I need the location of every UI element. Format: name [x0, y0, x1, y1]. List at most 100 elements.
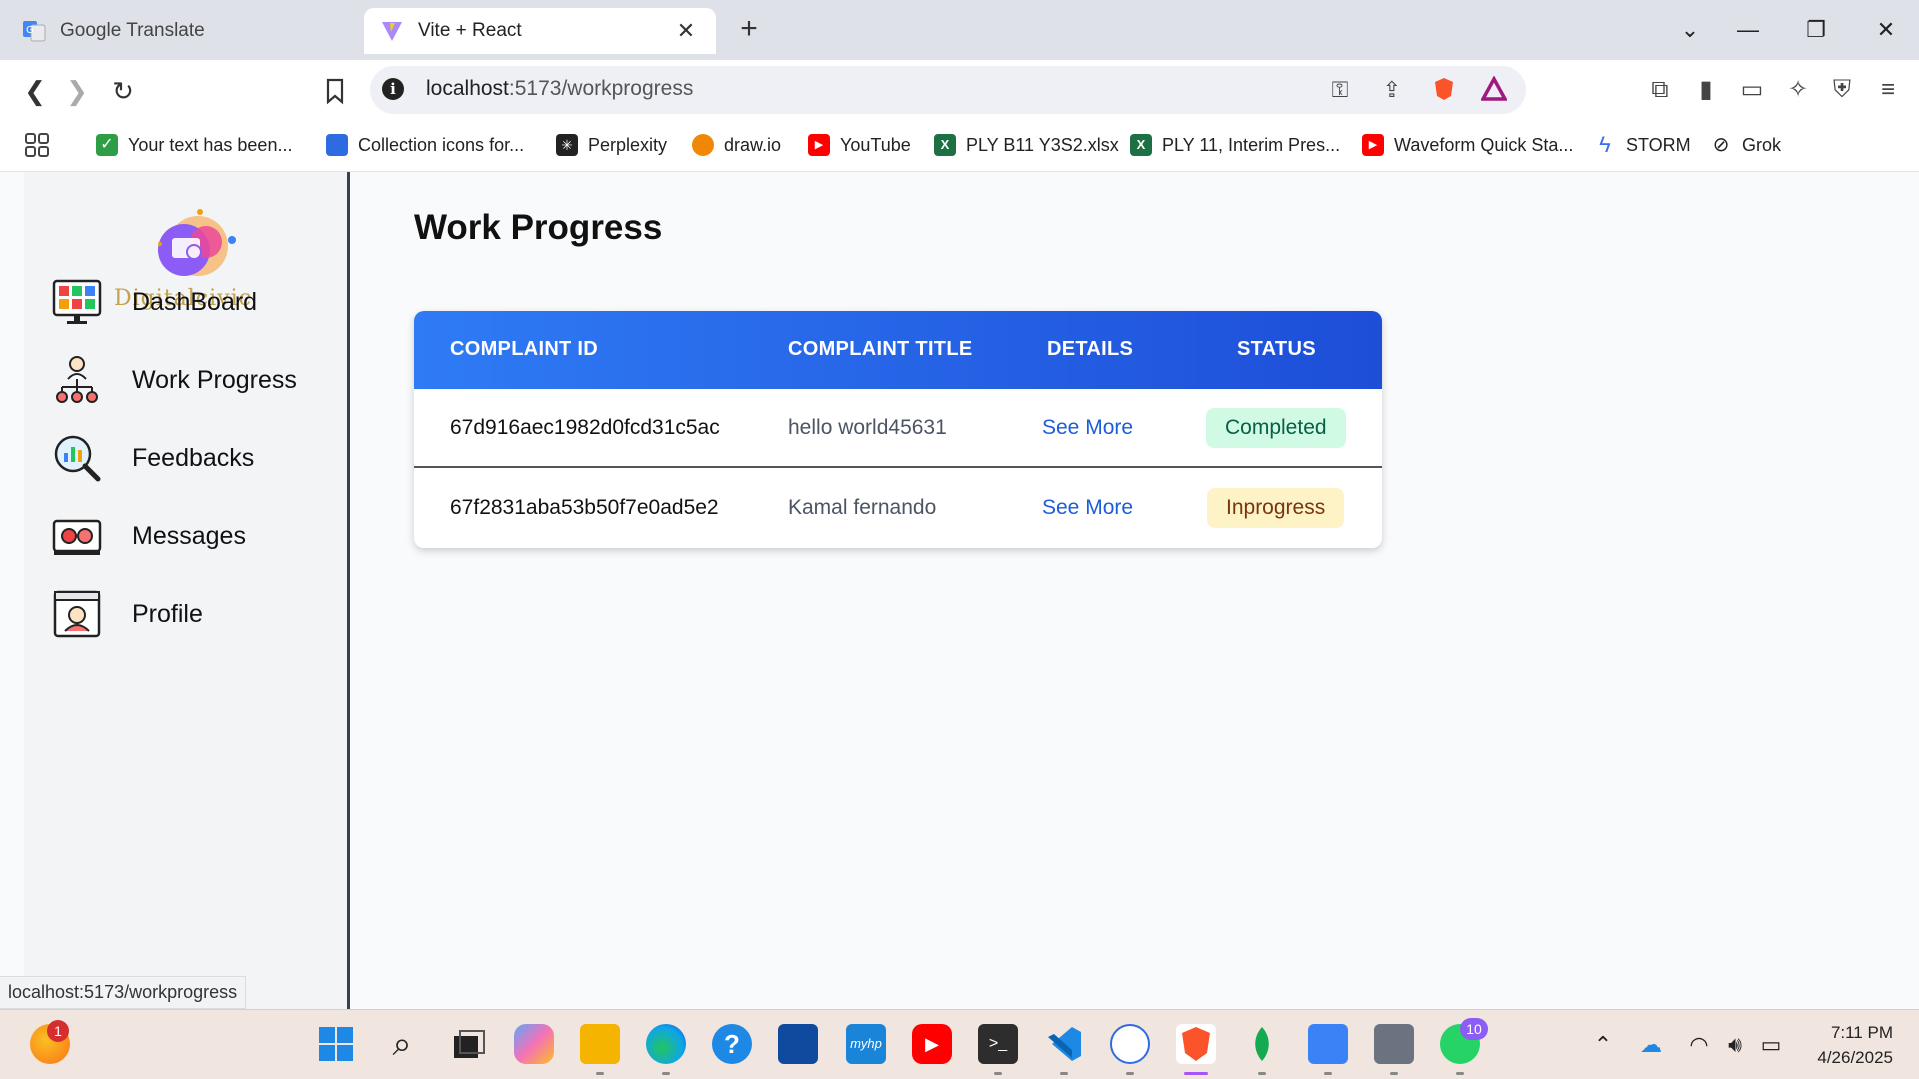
active-indicator: [1184, 1072, 1208, 1075]
start-button[interactable]: [316, 1024, 356, 1064]
running-indicator: [662, 1072, 670, 1075]
phone-link-icon[interactable]: [1110, 1024, 1150, 1064]
bolt-icon: ϟ: [1599, 132, 1611, 157]
running-indicator: [1126, 1072, 1134, 1075]
bookmark-item[interactable]: ✳ Perplexity: [556, 130, 667, 160]
table-row: 67d916aec1982d0fcd31c5ac hello world4563…: [414, 389, 1382, 468]
myhp-icon[interactable]: myhp: [846, 1024, 886, 1064]
url-text[interactable]: localhost:5173/workprogress: [426, 77, 693, 101]
extensions-icon[interactable]: ⧉: [1644, 74, 1676, 106]
sidebar-toggle-icon[interactable]: ▮: [1690, 74, 1722, 106]
bookmark-item[interactable]: ϟ STORM: [1594, 130, 1691, 160]
bookmark-item[interactable]: X PLY 11, Interim Pres...: [1130, 130, 1340, 160]
complaint-id-cell: 67f2831aba53b50f7e0ad5e2: [450, 496, 719, 519]
onedrive-icon[interactable]: ☁: [1636, 1032, 1666, 1058]
menu-icon[interactable]: ≡: [1872, 74, 1904, 106]
close-tab-icon[interactable]: ✕: [672, 17, 700, 45]
volume-icon[interactable]: 🔊︎: [1720, 1032, 1750, 1058]
restore-button[interactable]: ❐: [1796, 14, 1836, 46]
address-bar[interactable]: i localhost:5173/workprogress ⚿ ⇪: [370, 66, 1526, 114]
battery-icon[interactable]: ▭: [1756, 1032, 1786, 1058]
brave-shields-icon[interactable]: [1430, 76, 1458, 104]
search-icon[interactable]: ⌕: [382, 1024, 422, 1064]
sidebar-item-messages[interactable]: Messages: [52, 506, 342, 566]
share-icon[interactable]: ⇪: [1378, 76, 1406, 104]
vscode-icon[interactable]: [1044, 1024, 1084, 1064]
bookmark-icon[interactable]: [318, 74, 352, 108]
sidebar-item-profile[interactable]: Profile: [52, 584, 342, 644]
bookmark-item[interactable]: ✓ Your text has been...: [96, 130, 292, 160]
tab-strip: G Google Translate Vite + React ✕ + ⌄ — …: [0, 0, 1919, 60]
google-translate-icon: G: [23, 21, 46, 42]
file-explorer-icon[interactable]: [580, 1024, 620, 1064]
calculator-icon[interactable]: [1374, 1024, 1414, 1064]
wifi-icon[interactable]: ◠: [1684, 1032, 1714, 1058]
system-clock[interactable]: 7:11 PM 4/26/2025: [1817, 1020, 1893, 1070]
bookmark-item[interactable]: ⊘ Grok: [1710, 130, 1781, 160]
sidebar-item-label: Work Progress: [132, 365, 297, 394]
sidebar-item-label: Messages: [132, 521, 246, 550]
bookmark-item[interactable]: ▶ YouTube: [808, 130, 911, 160]
sidebar-item-dashboard[interactable]: DashBoard: [52, 272, 342, 332]
wallet-icon[interactable]: ▭: [1736, 74, 1768, 106]
complaint-id-cell: 67d916aec1982d0fcd31c5ac: [450, 416, 720, 439]
terminal-icon[interactable]: >_: [978, 1024, 1018, 1064]
app-viewport: Digitalcivic DashBoard Work Progress Fee…: [0, 172, 1919, 1009]
close-window-button[interactable]: ✕: [1866, 14, 1906, 46]
column-header-complaint-id: COMPLAINT ID: [450, 338, 599, 360]
minimize-button[interactable]: —: [1728, 14, 1768, 46]
show-hidden-icons-chevron[interactable]: ⌃: [1588, 1032, 1618, 1058]
running-indicator: [1258, 1072, 1266, 1075]
column-header-complaint-title: COMPLAINT TITLE: [788, 338, 973, 360]
bookmarks-bar: ✓ Your text has been... Collection icons…: [0, 120, 1919, 172]
weather-badge: 1: [47, 1020, 69, 1042]
youtube-app-icon[interactable]: ▶: [912, 1024, 952, 1064]
brave-icon[interactable]: [1176, 1024, 1216, 1064]
whatsapp-badge: 10: [1460, 1018, 1488, 1040]
key-icon[interactable]: ⚿: [1326, 76, 1354, 104]
apps-grid-icon[interactable]: [24, 130, 50, 160]
mongodb-icon[interactable]: [1242, 1024, 1282, 1064]
copilot-icon[interactable]: [514, 1024, 554, 1064]
brave-rewards-icon[interactable]: [1480, 75, 1508, 104]
link-status-bubble: localhost:5173/workprogress: [0, 976, 247, 1009]
sidebar-item-work-progress[interactable]: Work Progress: [52, 350, 342, 410]
bookmark-item[interactable]: X PLY B11 Y3S2.xlsx: [934, 130, 1119, 160]
see-more-link[interactable]: See More: [1042, 416, 1133, 440]
sidebar-item-label: Profile: [132, 599, 203, 628]
task-view-icon[interactable]: [448, 1024, 488, 1064]
youtube-icon: ▶: [808, 134, 830, 156]
vpn-shield-icon[interactable]: ⛨: [1826, 74, 1858, 106]
tab-vite-react[interactable]: Vite + React ✕: [364, 8, 716, 54]
reload-button[interactable]: ↻: [106, 74, 140, 108]
feedback-search-icon: [54, 435, 101, 482]
sidebar-item-feedbacks[interactable]: Feedbacks: [52, 428, 342, 488]
notepad-icon[interactable]: [1308, 1024, 1348, 1064]
bookmark-item[interactable]: draw.io: [692, 130, 781, 160]
back-button[interactable]: ❮: [18, 74, 52, 108]
help-icon[interactable]: ?: [712, 1024, 752, 1064]
edge-icon[interactable]: [646, 1024, 686, 1064]
bookmark-item[interactable]: Collection icons for...: [326, 130, 524, 160]
drawio-icon: [692, 134, 714, 156]
column-header-status: STATUS: [1237, 338, 1316, 360]
grok-icon: ⊘: [1712, 134, 1730, 156]
store-icon[interactable]: [778, 1024, 818, 1064]
site-info-icon[interactable]: i: [382, 78, 404, 100]
running-indicator: [1390, 1072, 1398, 1075]
tab-search-chevron-icon[interactable]: ⌄: [1670, 14, 1710, 46]
work-progress-table: COMPLAINT ID COMPLAINT TITLE DETAILS STA…: [414, 311, 1382, 548]
sidebar-item-label: DashBoard: [132, 287, 258, 316]
forward-button[interactable]: ❯: [60, 74, 94, 108]
new-tab-button[interactable]: +: [732, 12, 766, 46]
tab-title: Google Translate: [60, 20, 205, 41]
browser-toolbar: ❮ ❯ ↻ i localhost:5173/workprogress ⚿ ⇪ …: [0, 60, 1919, 120]
leo-ai-icon[interactable]: ✧: [1782, 74, 1814, 106]
perplexity-icon: ✳: [556, 134, 578, 156]
windows-taskbar: 1 ⌕ ? myhp ▶ >_ 10 ⌃ ☁ ◠ 🔊︎ ▭ 7:11 PM 4/…: [0, 1009, 1919, 1079]
tab-google-translate[interactable]: G Google Translate: [12, 8, 352, 54]
doc-icon: [326, 134, 348, 156]
see-more-link[interactable]: See More: [1042, 496, 1133, 520]
bookmark-item[interactable]: ▶ Waveform Quick Sta...: [1362, 130, 1573, 160]
running-indicator: [1060, 1072, 1068, 1075]
